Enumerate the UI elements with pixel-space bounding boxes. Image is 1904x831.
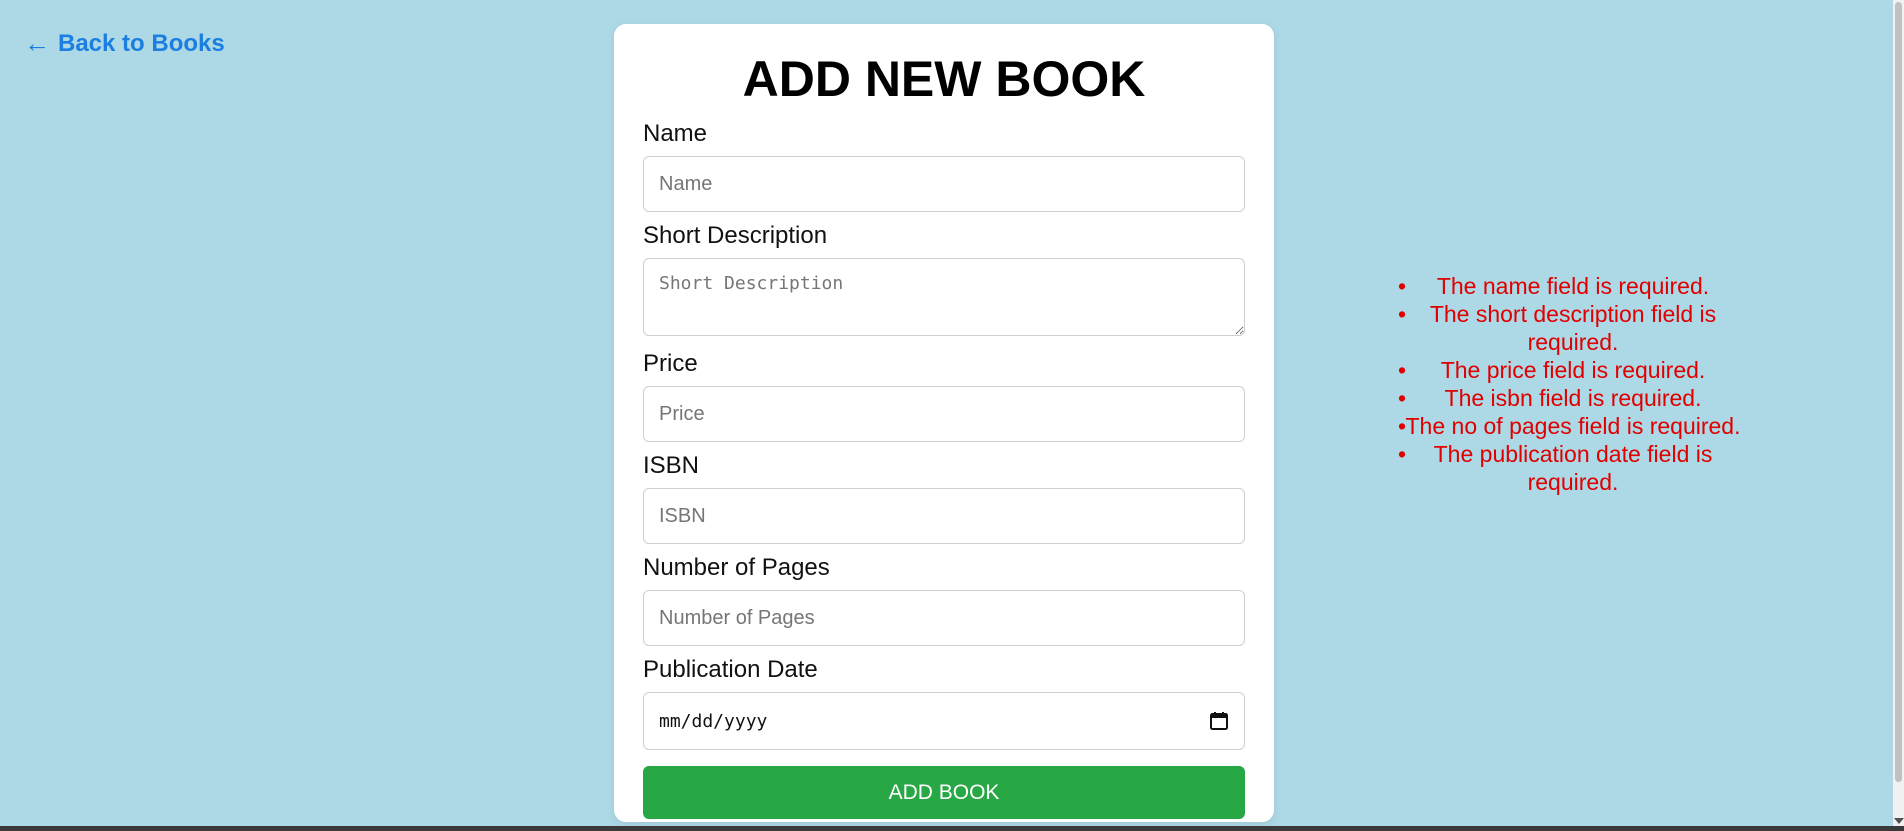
scrollbar-thumb[interactable] <box>1895 2 1902 782</box>
error-list: • The name field is required. • The short … <box>1398 272 1748 496</box>
bullet-icon: • <box>1398 385 1407 411</box>
scroll-down-icon[interactable] <box>1894 818 1904 824</box>
price-label: Price <box>643 350 698 377</box>
name-input[interactable] <box>643 156 1245 212</box>
error-item: • The price field is required. <box>1398 357 1706 383</box>
error-item: • The publication date field is required. <box>1398 441 1713 495</box>
bullet-icon: • <box>1398 273 1407 299</box>
price-input[interactable] <box>643 386 1245 442</box>
add-book-button[interactable]: ADD BOOK <box>643 766 1245 819</box>
add-book-card: ADD NEW BOOK Name Short Description Pric… <box>614 24 1274 822</box>
arrow-left-icon: ← <box>24 28 50 58</box>
vertical-scrollbar[interactable] <box>1893 0 1904 826</box>
bullet-icon: • <box>1398 441 1407 467</box>
error-item: • The short description field is required… <box>1398 301 1717 355</box>
publication-date-label: Publication Date <box>643 656 818 683</box>
bullet-icon: • <box>1398 357 1407 383</box>
isbn-input[interactable] <box>643 488 1245 544</box>
bullet-icon: • <box>1398 413 1407 439</box>
error-item: • The isbn field is required. <box>1398 385 1702 411</box>
bottom-edge <box>0 826 1904 831</box>
error-item: • The name field is required. <box>1398 273 1710 299</box>
number-of-pages-label: Number of Pages <box>643 554 830 581</box>
calendar-icon[interactable] <box>1208 710 1230 732</box>
back-link-label: Back to Books <box>58 29 225 57</box>
short-description-label: Short Description <box>643 222 828 249</box>
isbn-label: ISBN <box>643 452 700 479</box>
short-description-textarea[interactable] <box>643 258 1245 336</box>
number-of-pages-input[interactable] <box>643 590 1245 646</box>
error-item: • The no of pages field is required. <box>1398 413 1741 439</box>
name-label: Name <box>643 120 708 147</box>
bullet-icon: • <box>1398 301 1407 327</box>
publication-date-input[interactable]: mm/dd/yyyy <box>643 692 1245 750</box>
back-to-books-link[interactable]: ← Back to Books <box>24 28 225 59</box>
publication-date-value: mm/dd/yyyy <box>659 710 768 732</box>
page-title: ADD NEW BOOK <box>742 51 1146 107</box>
